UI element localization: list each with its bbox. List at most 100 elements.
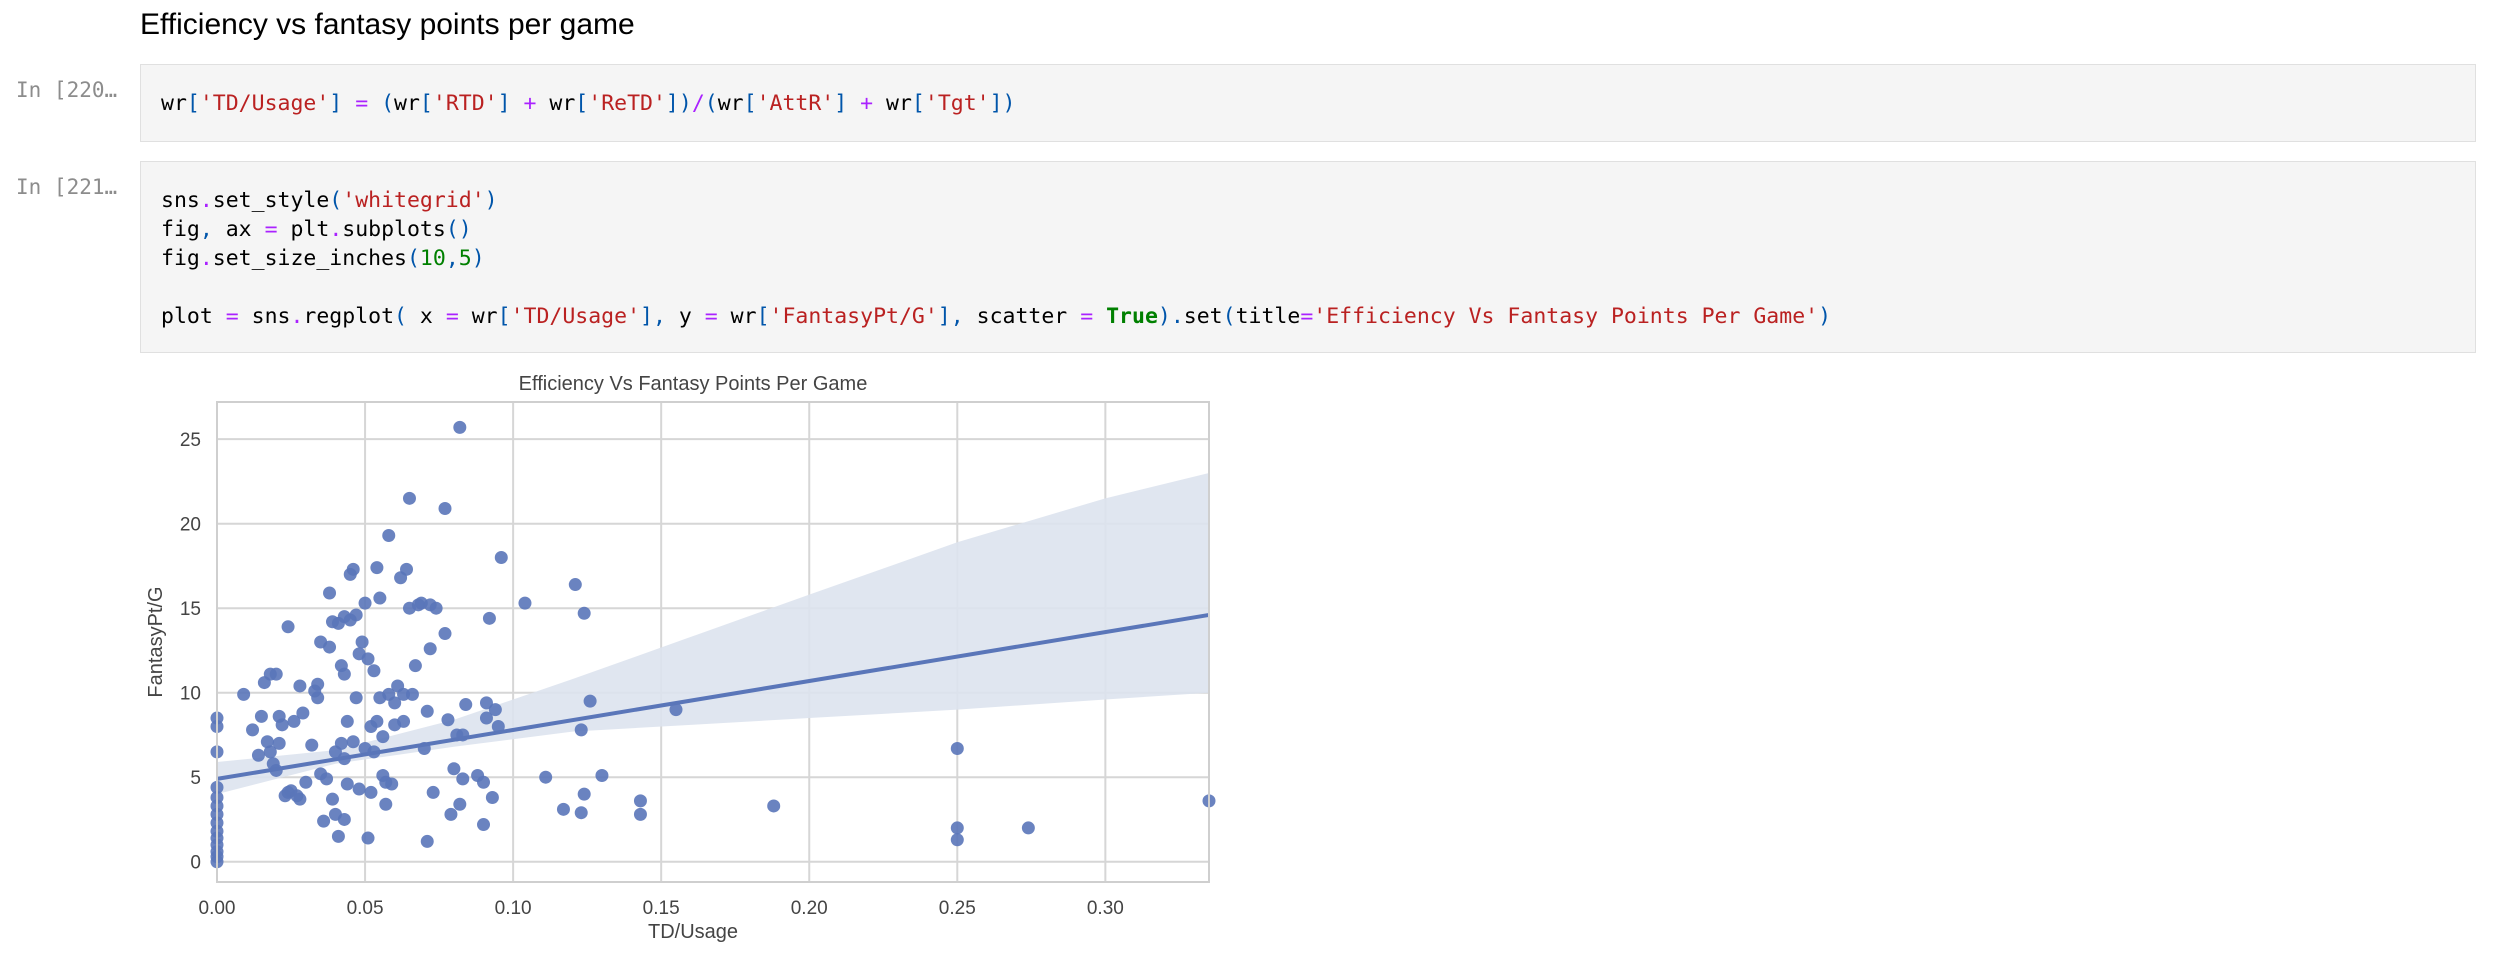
code-token: set_style — [212, 188, 330, 213]
y-tick-label: 15 — [180, 599, 201, 620]
code-token: fig — [161, 246, 200, 271]
data-point — [574, 806, 588, 820]
code-token: = — [1080, 304, 1094, 329]
code-line: wr['TD/Usage'] = (wr['RTD'] + wr['ReTD']… — [161, 89, 2475, 118]
data-point — [950, 833, 964, 847]
code-line: sns.set_style('whitegrid') — [161, 186, 2475, 215]
data-point — [293, 679, 307, 693]
code-editor[interactable]: sns.set_style('whitegrid') fig, ax = plt.… — [141, 162, 2475, 331]
data-point — [426, 785, 440, 799]
code-token: regplot — [303, 304, 395, 329]
section-heading: Efficiency vs fantasy points per game — [140, 8, 635, 41]
data-point — [254, 709, 268, 723]
data-point — [574, 723, 588, 737]
code-token: [ — [186, 91, 200, 116]
y-tick-label: 20 — [180, 515, 201, 536]
code-token: wr — [458, 304, 498, 329]
data-point — [405, 687, 419, 701]
code-token: ]) — [989, 91, 1016, 116]
data-point — [349, 608, 363, 622]
data-point — [518, 596, 532, 610]
code-token: 'whitegrid' — [342, 188, 485, 213]
code-token: wr — [536, 91, 576, 116]
chart-title: Efficiency Vs Fantasy Points Per Game — [519, 373, 868, 395]
code-token: ], — [640, 304, 679, 329]
code-token: + — [860, 91, 874, 116]
data-point — [337, 812, 351, 826]
code-token: ( — [1222, 304, 1236, 329]
data-point — [583, 694, 597, 708]
x-tick-label: 0.25 — [939, 898, 976, 919]
code-token: 5 — [458, 246, 472, 271]
data-point — [477, 818, 491, 832]
y-tick-label: 25 — [180, 430, 201, 451]
data-point — [352, 782, 366, 796]
data-point — [320, 772, 334, 786]
data-point — [556, 802, 570, 816]
code-token: = — [355, 91, 369, 116]
code-token: ) — [484, 188, 498, 213]
cell-prompt-221: In [221… — [16, 175, 118, 199]
code-token: wr — [394, 91, 420, 116]
code-token: subplots — [342, 217, 446, 242]
data-point — [950, 741, 964, 755]
code-token: ] — [497, 91, 524, 116]
code-token: set — [1183, 304, 1223, 329]
data-point — [379, 797, 393, 811]
code-token: . — [329, 217, 343, 242]
data-point — [275, 718, 289, 732]
code-token: wr — [161, 91, 187, 116]
y-tick-label: 5 — [190, 768, 201, 789]
data-point — [595, 769, 609, 783]
code-token: y — [678, 304, 705, 329]
data-point — [346, 735, 360, 749]
x-tick-label: 0.30 — [1087, 898, 1124, 919]
code-token: ]) — [665, 91, 692, 116]
code-token: () — [445, 217, 472, 242]
data-point — [323, 586, 337, 600]
code-token: 'Efficiency Vs Fantasy Points Per Game' — [1313, 304, 1819, 329]
data-point — [370, 561, 384, 575]
data-point — [577, 606, 591, 620]
code-token: set_size_inches — [212, 246, 407, 271]
code-cell-221[interactable]: sns.set_style('whitegrid') fig, ax = plt.… — [140, 161, 2476, 353]
data-point — [429, 601, 443, 615]
data-point — [364, 785, 378, 799]
code-token: fig — [161, 217, 200, 242]
code-editor[interactable]: wr['TD/Usage'] = (wr['RTD'] + wr['ReTD']… — [141, 65, 2475, 118]
data-point — [311, 691, 325, 705]
code-token: wr — [717, 304, 757, 329]
data-point — [444, 807, 458, 821]
data-point — [402, 491, 416, 505]
data-point — [950, 821, 964, 835]
data-point — [317, 814, 331, 828]
data-point — [633, 807, 647, 821]
data-point — [438, 501, 452, 515]
code-token: ax — [212, 217, 265, 242]
code-token: = — [225, 304, 239, 329]
code-token: [ — [756, 304, 770, 329]
code-token: True — [1106, 304, 1158, 329]
data-point — [358, 596, 372, 610]
data-point — [340, 714, 354, 728]
data-point — [323, 640, 337, 654]
x-tick-label: 0.05 — [347, 898, 384, 919]
data-point — [325, 792, 339, 806]
data-point — [441, 713, 455, 727]
code-token: 10 — [419, 246, 446, 271]
data-point — [438, 627, 452, 641]
code-token: . — [199, 188, 213, 213]
code-cell-220[interactable]: wr['TD/Usage'] = (wr['RTD'] + wr['ReTD']… — [140, 64, 2476, 142]
code-token: 'FantasyPt/G' — [769, 304, 938, 329]
code-token: plt — [277, 217, 330, 242]
code-token: ] — [834, 91, 861, 116]
data-point — [237, 687, 251, 701]
data-point — [299, 775, 313, 789]
code-token: [ — [743, 91, 757, 116]
code-token: 'TD/Usage' — [510, 304, 641, 329]
data-point — [281, 620, 295, 634]
code-line: fig.set_size_inches(10,5) — [161, 244, 2475, 273]
code-token: ). — [1157, 304, 1184, 329]
data-point — [408, 659, 422, 673]
data-point — [1021, 821, 1035, 835]
